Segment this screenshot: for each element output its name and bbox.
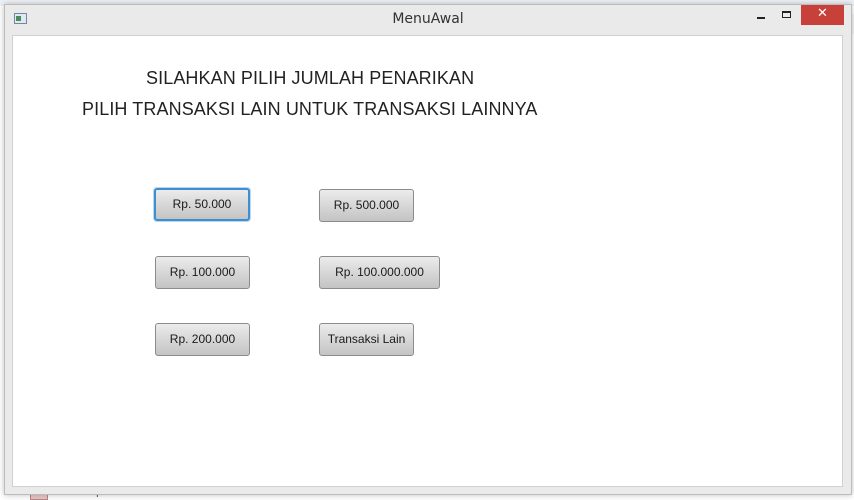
window-title: MenuAwal <box>392 11 464 27</box>
menu-panel: SILAHKAN PILIH JUMLAH PENARIKAN PILIH TR… <box>12 35 843 487</box>
minimize-icon <box>757 17 765 19</box>
withdraw-500000-button[interactable]: Rp. 500.000 <box>319 189 414 222</box>
withdraw-200000-button[interactable]: Rp. 200.000 <box>155 323 250 356</box>
close-button[interactable]: ✕ <box>801 5 844 25</box>
maximize-icon <box>782 11 791 18</box>
withdraw-50000-button[interactable]: Rp. 50.000 <box>154 188 250 221</box>
withdraw-100000-button[interactable]: Rp. 100.000 <box>155 256 250 289</box>
title-bar[interactable]: MenuAwal ✕ <box>5 5 851 33</box>
minimize-button[interactable] <box>749 5 773 25</box>
other-transaction-button[interactable]: Transaksi Lain <box>319 323 414 356</box>
instruction-heading: SILAHKAN PILIH JUMLAH PENARIKAN <box>146 68 475 88</box>
withdraw-100000000-button[interactable]: Rp. 100.000.000 <box>319 256 440 289</box>
close-icon: ✕ <box>817 6 828 21</box>
app-window: MenuAwal ✕ SILAHKAN PILIH JUMLAH PENARIK… <box>4 4 852 495</box>
instruction-subheading: PILIH TRANSAKSI LAIN UNTUK TRANSAKSI LAI… <box>82 99 538 119</box>
maximize-button[interactable] <box>775 5 799 25</box>
